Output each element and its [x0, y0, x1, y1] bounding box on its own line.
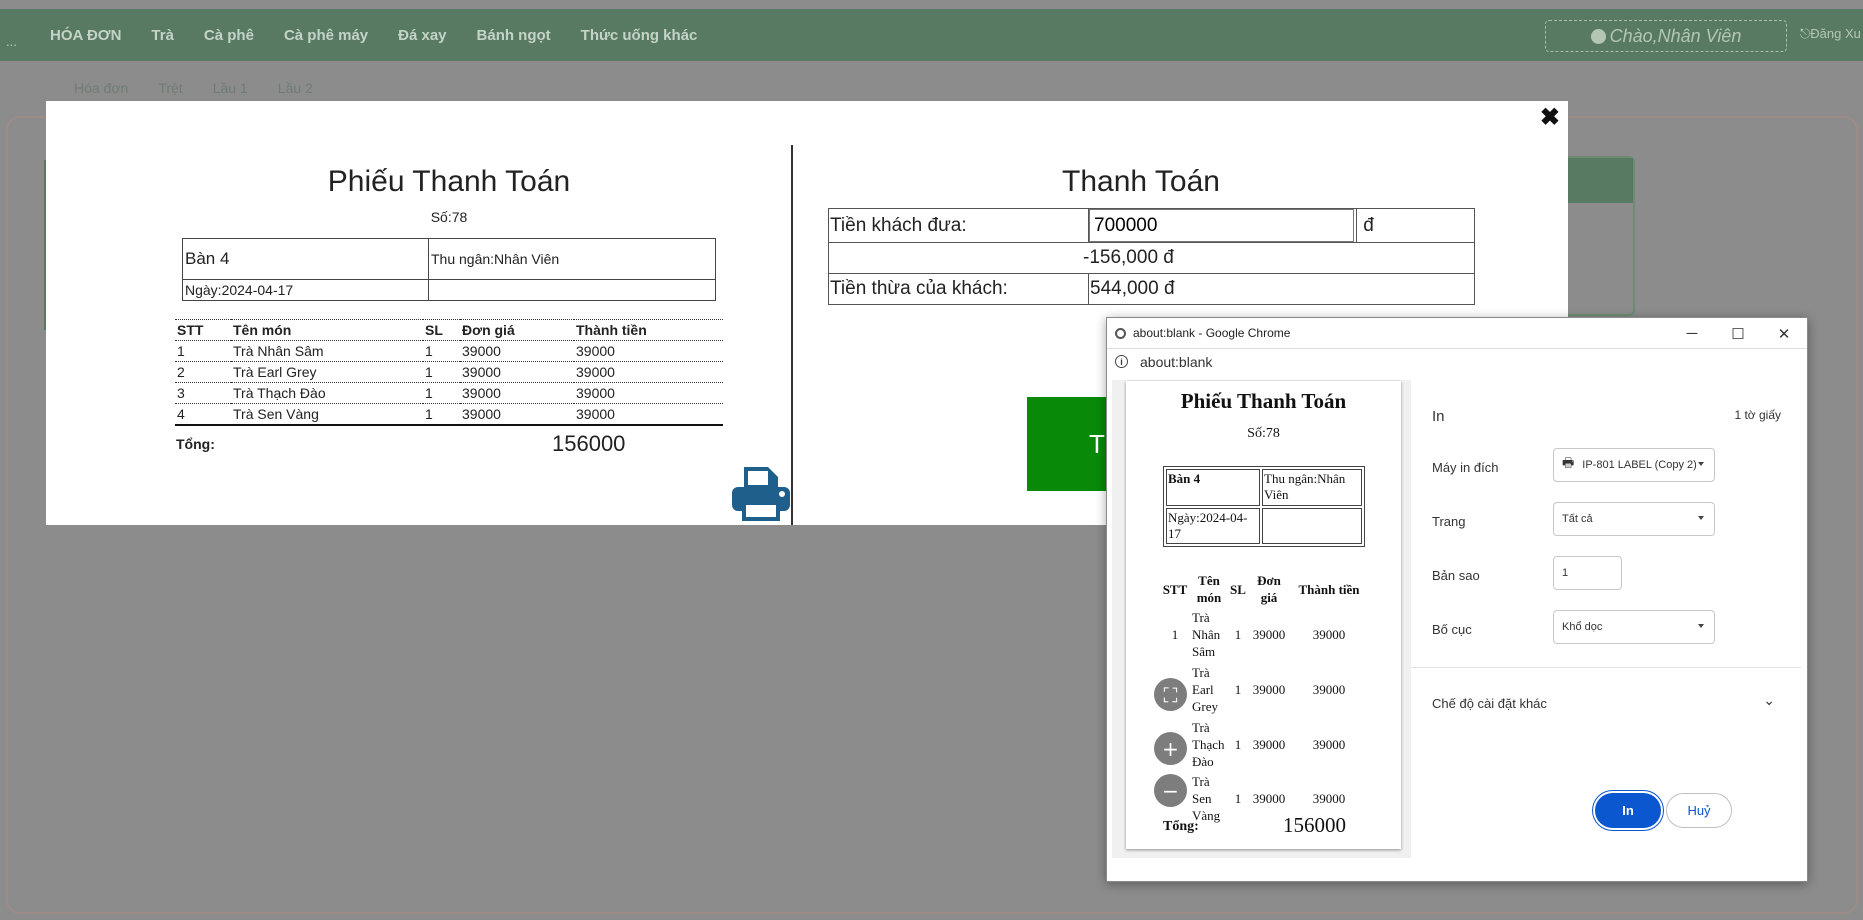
nav-da-xay[interactable]: Đá xay [398, 27, 446, 44]
top-navbar: ... HÓA ĐƠN Trà Cà phê Cà phê máy Đá xay… [0, 9, 1863, 61]
logout-link[interactable]: ⎋Đăng Xu [1800, 26, 1861, 42]
pages-label: Trang [1432, 514, 1466, 529]
more-settings-toggle[interactable]: Chế độ cài đặt khác [1432, 696, 1547, 711]
preview-empty-cell [1262, 508, 1362, 544]
receipt-number: Số:78 [430, 209, 468, 225]
settings-heading: In [1432, 408, 1445, 425]
receipt-items-table: STT Tên món SL Đơn giá Thành tiền 1 Trà N… [175, 319, 723, 426]
receipt-cashier: Thu ngân:Nhân Viên [428, 238, 716, 280]
table-row: 2 Trà Earl Grey 1 39000 39000 [175, 361, 723, 383]
tab-tret[interactable]: Trệt [158, 80, 182, 96]
print-settings-panel: In 1 tờ giấy Máy in đích 🖶 IP-801 LABEL … [1411, 380, 1801, 858]
col-don-gia: Đơn giá [460, 319, 574, 341]
chevron-down-icon [1698, 516, 1704, 520]
receipt-panel: Phiếu Thanh Toán Số:78 Bàn 4 Thu ngân:Nh… [46, 101, 791, 525]
nav-ca-phe[interactable]: Cà phê [204, 27, 254, 44]
preview-cashier: Thu ngân:Nhân Viên [1262, 469, 1362, 506]
greeting-button[interactable]: Chào,Nhân Viên [1545, 20, 1787, 52]
nav-thuc-uong-khac[interactable]: Thức uống khác [581, 27, 698, 44]
address-text: about:blank [1140, 353, 1213, 370]
receipt-table-name: Bàn 4 [182, 238, 429, 280]
user-icon [1590, 28, 1606, 44]
receipt-total-label: Tổng: [176, 436, 215, 452]
main-nav: HÓA ĐƠN Trà Cà phê Cà phê máy Đá xay Bán… [50, 9, 697, 61]
table-row: 1 Trà Nhân Sâm 1 39000 39000 [175, 340, 723, 362]
cancel-button[interactable]: Huỷ [1666, 793, 1732, 828]
currency-label: đ [1356, 208, 1475, 243]
close-window-icon[interactable]: ✕ [1761, 318, 1807, 349]
fit-to-page-icon[interactable]: ⛶ [1154, 678, 1187, 711]
floor-tabs: Hóa đơn Trệt Lầu 1 Lầu 2 [74, 80, 313, 96]
table-row: 4 Trà Sen Vàng 1 39000 39000 [175, 403, 723, 426]
receipt-info-table: Bàn 4 Thu ngân:Nhân Viên Ngày:2024-04-17 [182, 238, 716, 301]
payment-title: Thanh Toán [1062, 165, 1220, 198]
chevron-down-icon [1698, 624, 1704, 628]
table-row: Trà Thạch Đào 1 39000 39000 [1192, 720, 1346, 769]
nav-hoa-don[interactable]: HÓA ĐƠN [50, 27, 121, 44]
tab-lau-1[interactable]: Lầu 1 [213, 80, 248, 96]
print-window: about:blank - Google Chrome ─ ☐ ✕ i abou… [1106, 317, 1808, 882]
info-icon[interactable]: i [1115, 355, 1128, 368]
col-sl: SL [423, 319, 460, 341]
print-body: Phiếu Thanh Toán Số:78 Bàn 4 Thu ngân:Nh… [1112, 380, 1801, 858]
table-row: 3 Trà Thạch Đào 1 39000 39000 [175, 382, 723, 404]
copies-label: Bản sao [1432, 568, 1480, 583]
change-value: 544,000 đ [1088, 273, 1475, 305]
receipt-title: Phiếu Thanh Toán [327, 165, 571, 198]
copies-input[interactable]: 1 [1553, 556, 1622, 590]
preview-info-table: Bàn 4 Thu ngân:Nhân Viên Ngày:2024-04-17 [1163, 466, 1365, 547]
sheet-count: 1 tờ giấy [1734, 408, 1781, 422]
printer-select[interactable]: 🖶 IP-801 LABEL (Copy 2) [1553, 448, 1715, 482]
nav-tra[interactable]: Trà [151, 27, 174, 44]
preview-title: Phiếu Thanh Toán [1180, 389, 1347, 413]
preview-number: Số:78 [1247, 426, 1280, 441]
preview-table-name: Bàn 4 [1166, 469, 1260, 506]
printer-label: Máy in đích [1432, 460, 1499, 475]
col-ten-mon: Tên món [231, 319, 423, 341]
col-thanh-tien: Thành tiền [574, 319, 723, 341]
receipt-empty-cell [428, 279, 716, 301]
maximize-icon[interactable]: ☐ [1715, 318, 1761, 349]
given-label: Tiền khách đưa: [828, 208, 1089, 243]
diff-value: -156,000 đ [828, 242, 1475, 274]
pages-select[interactable]: Tất cả [1553, 502, 1715, 536]
print-button[interactable]: In [1595, 793, 1661, 828]
menu-dots[interactable]: ... [6, 34, 17, 49]
printer-small-icon: 🖶 [1562, 455, 1575, 470]
nav-ca-phe-may[interactable]: Cà phê máy [284, 27, 368, 44]
preview-date: Ngày:2024-04-17 [1166, 508, 1260, 544]
tab-hoa-don[interactable]: Hóa đơn [74, 80, 128, 96]
preview-total-value: 156000 [1283, 813, 1346, 837]
chrome-icon [1115, 327, 1126, 339]
chevron-down-icon [1698, 462, 1704, 466]
zoom-in-icon[interactable]: + [1154, 732, 1187, 765]
table-row: Trà Earl Grey 1 39000 39000 [1192, 665, 1346, 714]
window-title: about:blank - Google Chrome [1133, 326, 1291, 340]
col-stt: STT [175, 319, 231, 341]
receipt-date: Ngày:2024-04-17 [182, 279, 429, 301]
minimize-icon[interactable]: ─ [1669, 318, 1715, 349]
printer-icon[interactable] [730, 463, 792, 525]
window-controls: ─ ☐ ✕ [1669, 318, 1807, 349]
layout-label: Bố cục [1432, 622, 1472, 637]
nav-banh-ngot[interactable]: Bánh ngọt [477, 27, 551, 44]
receipt-total-value: 156000 [552, 431, 626, 456]
change-label: Tiền thừa của khách: [828, 273, 1089, 305]
greeting-text: Chào,Nhân Viên [1609, 25, 1742, 46]
address-bar[interactable]: i about:blank [1107, 349, 1807, 374]
tab-lau-2[interactable]: Lầu 2 [278, 80, 313, 96]
zoom-out-icon[interactable]: − [1154, 774, 1187, 807]
preview-items-table: STT Tên món SL Đơn giá Thành tiền 1 Trà N… [1159, 571, 1369, 825]
given-amount-input[interactable] [1089, 209, 1354, 242]
table-row: 1 Trà Nhân Sâm 1 39000 39000 [1171, 610, 1346, 659]
payment-table: Tiền khách đưa: đ -156,000 đ Tiền thừa c… [828, 208, 1475, 305]
layout-select[interactable]: Khổ dọc [1553, 610, 1715, 644]
chevron-down-icon[interactable]: ⌄ [1763, 692, 1775, 709]
preview-total-label: Tổng: [1163, 819, 1199, 834]
